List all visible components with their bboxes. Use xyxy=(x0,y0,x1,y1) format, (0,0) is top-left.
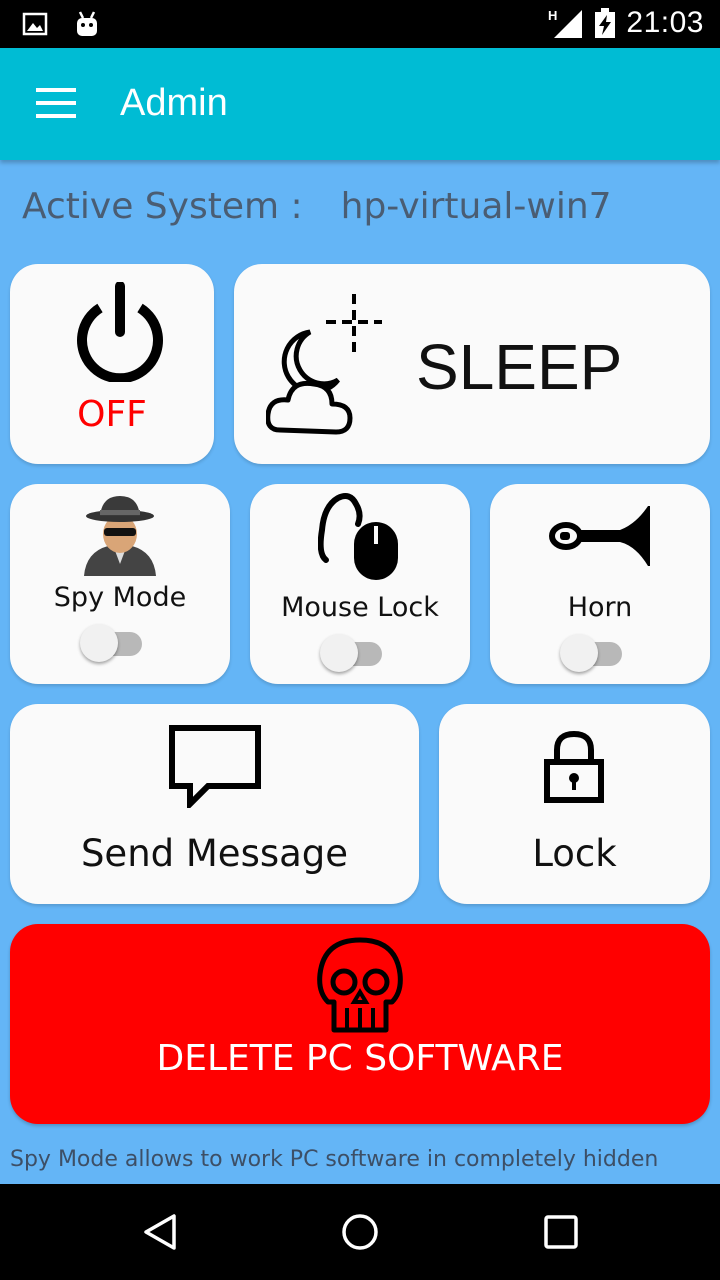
active-system-row: Active System : hp-virtual-win7 xyxy=(22,186,612,227)
off-button[interactable]: OFF xyxy=(10,264,214,464)
send-message-label: Send Message xyxy=(80,832,349,875)
send-message-button[interactable]: Send Message xyxy=(10,704,419,904)
recents-icon[interactable] xyxy=(541,1212,581,1252)
clock: 21:03 xyxy=(626,6,704,39)
battery-charging-icon xyxy=(595,8,616,38)
horn-card: Horn xyxy=(490,484,710,684)
horn-icon xyxy=(549,506,650,566)
mouse-lock-toggle[interactable] xyxy=(320,632,386,672)
spy-mode-toggle[interactable] xyxy=(80,622,146,662)
padlock-icon xyxy=(544,730,604,803)
delete-pc-software-button[interactable]: DELETE PC SOFTWARE xyxy=(10,924,710,1124)
mouse-lock-label: Mouse Lock xyxy=(281,592,439,623)
lock-label: Lock xyxy=(532,832,617,875)
image-notification-icon xyxy=(22,12,48,36)
sleep-button[interactable]: SLEEP xyxy=(234,264,710,464)
back-icon[interactable] xyxy=(140,1212,180,1252)
active-system-hostname: hp-virtual-win7 xyxy=(340,186,612,227)
active-system-label: Active System : xyxy=(22,186,303,227)
off-label: OFF xyxy=(77,394,147,435)
spy-icon xyxy=(84,496,156,576)
signal-icon: H xyxy=(548,8,583,38)
mouse-icon xyxy=(318,493,398,580)
android-notification-icon xyxy=(77,11,97,36)
hamburger-menu-icon[interactable] xyxy=(36,88,76,118)
status-notifications xyxy=(22,10,100,38)
horn-label: Horn xyxy=(567,592,633,623)
home-icon[interactable] xyxy=(340,1212,380,1252)
horn-toggle[interactable] xyxy=(560,632,626,672)
skull-icon xyxy=(317,937,403,1033)
moon-cloud-icon xyxy=(266,294,382,435)
navigation-bar xyxy=(0,1184,720,1280)
mouse-lock-card: Mouse Lock xyxy=(250,484,470,684)
status-bar: H 21:03 xyxy=(0,0,720,48)
network-type-label: H xyxy=(548,8,557,23)
chat-bubble-icon xyxy=(169,725,261,808)
lock-button[interactable]: Lock xyxy=(439,704,710,904)
app-bar: Admin xyxy=(0,48,720,160)
app-title: Admin xyxy=(120,82,228,124)
status-system-icons: H 21:03 xyxy=(548,6,704,40)
power-icon xyxy=(77,282,163,382)
sleep-label: SLEEP xyxy=(416,331,623,403)
spy-mode-card: Spy Mode xyxy=(10,484,230,684)
spy-mode-label: Spy Mode xyxy=(53,582,187,613)
delete-pc-software-label: DELETE PC SOFTWARE xyxy=(156,1038,564,1079)
spy-mode-description: Spy Mode allows to work PC software in c… xyxy=(10,1147,659,1172)
